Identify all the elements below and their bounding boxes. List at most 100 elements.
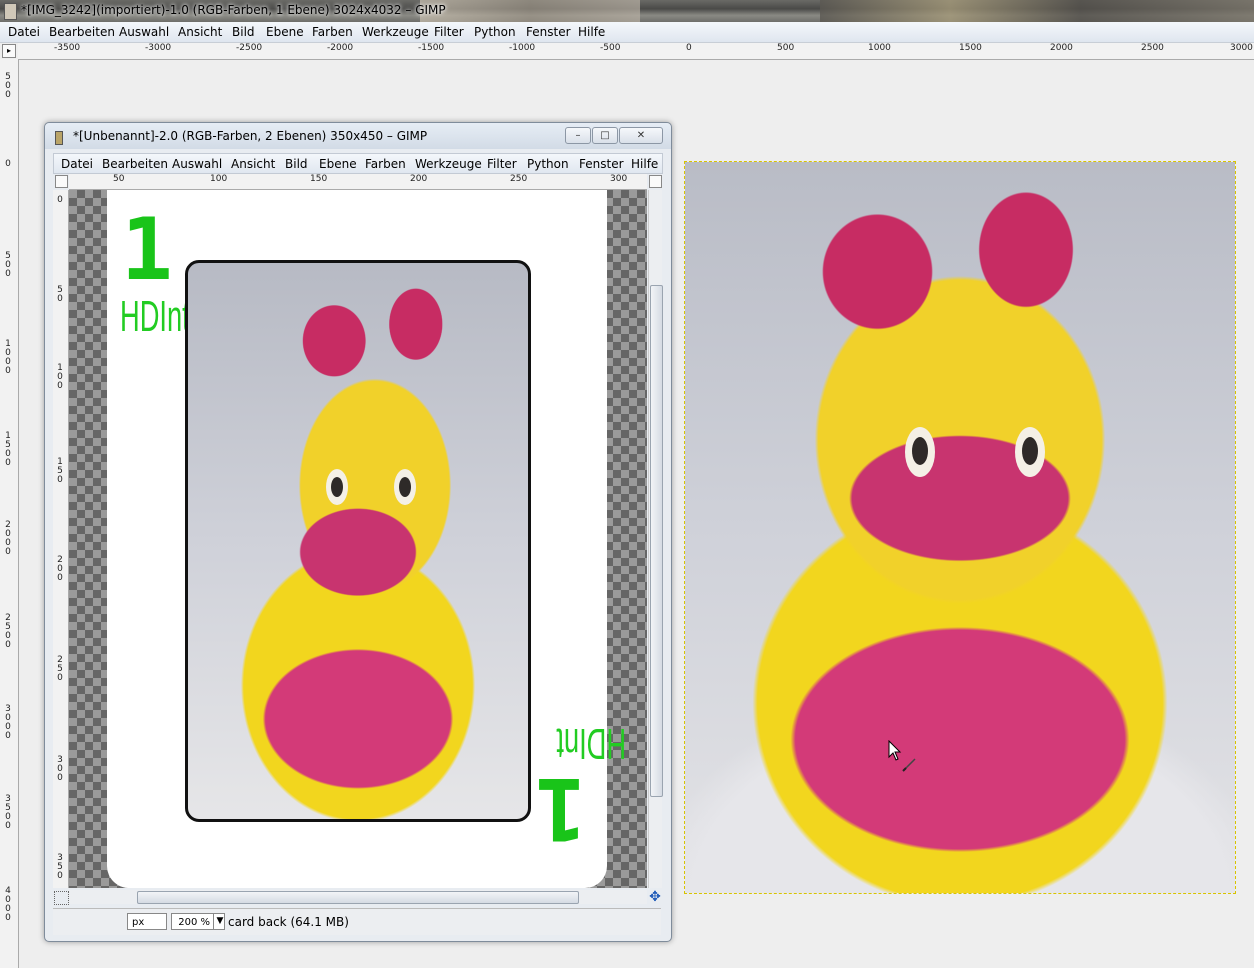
ruler-label: 4000	[5, 886, 11, 923]
ruler-corner-button[interactable]: ▸	[2, 44, 16, 58]
mouse-cursor-icon	[888, 740, 916, 772]
menu-fenster[interactable]: Fenster	[526, 25, 571, 39]
status-bar: px 200 % ▼ card back (64.1 MB)	[53, 908, 661, 935]
menu-farben[interactable]: Farben	[365, 157, 406, 171]
ruler-label: 500	[5, 251, 11, 279]
menu-farben[interactable]: Farben	[312, 25, 353, 39]
menu-hilfe[interactable]: Hilfe	[578, 25, 605, 39]
card-duck-photo	[185, 260, 531, 822]
menu-datei[interactable]: Datei	[8, 25, 40, 39]
ruler-label: 3000	[5, 704, 11, 741]
ruler-label: 0	[5, 159, 11, 169]
ruler-label: 500	[777, 43, 795, 53]
status-message: card back (64.1 MB)	[228, 915, 349, 929]
minimize-button[interactable]: –	[565, 127, 591, 144]
ruler-label: 1500	[959, 43, 982, 53]
menu-bild[interactable]: Bild	[232, 25, 255, 39]
ruler-label: -2500	[236, 43, 263, 53]
maximize-button[interactable]: □	[592, 127, 618, 144]
ruler-label: 1000	[868, 43, 891, 53]
ruler-label: -3500	[54, 43, 81, 53]
menu-auswahl[interactable]: Auswahl	[172, 157, 222, 171]
ruler-label: 100	[210, 174, 228, 184]
playing-card: 1 HDInt HDInt 1	[107, 190, 626, 888]
zoom-on-resize-icon[interactable]	[649, 175, 662, 188]
main-menu-bar: Datei Bearbeiten Auswahl Ansicht Bild Eb…	[0, 22, 1254, 43]
card-rank-top: 1	[121, 200, 173, 300]
main-window-title: *[IMG_3242](importiert)-1.0 (RGB-Farben,…	[21, 3, 446, 17]
menu-bearbeiten[interactable]: Bearbeiten	[49, 25, 115, 39]
ruler-label: 1000	[5, 339, 11, 376]
card-rank-bottom: 1	[535, 758, 587, 858]
menu-bearbeiten[interactable]: Bearbeiten	[102, 157, 168, 171]
duck-eye	[394, 469, 416, 505]
ruler-label: 0	[57, 195, 63, 205]
menu-werkzeuge[interactable]: Werkzeuge	[415, 157, 482, 171]
image-canvas[interactable]: 1 HDInt HDInt 1	[69, 190, 647, 888]
menu-ansicht[interactable]: Ansicht	[178, 25, 222, 39]
ruler-label: 0	[686, 43, 692, 53]
menu-ebene[interactable]: Ebene	[266, 25, 304, 39]
image-window-title: *[Unbenannt]-2.0 (RGB-Farben, 2 Ebenen) …	[73, 129, 428, 143]
card-label-top: HDInt	[120, 292, 190, 341]
ruler-label: 250	[57, 655, 63, 683]
menu-auswahl[interactable]: Auswahl	[119, 25, 169, 39]
image-window: *[Unbenannt]-2.0 (RGB-Farben, 2 Ebenen) …	[44, 122, 672, 942]
menu-ebene[interactable]: Ebene	[319, 157, 357, 171]
menu-python[interactable]: Python	[527, 157, 569, 171]
duck-eye	[326, 469, 348, 505]
menu-python[interactable]: Python	[474, 25, 516, 39]
unit-select[interactable]: px	[127, 913, 167, 930]
vertical-ruler[interactable]: 500 0 500 1000 1500 2000 2500 3000 3500 …	[0, 59, 19, 968]
image-window-title-bar[interactable]: *[Unbenannt]-2.0 (RGB-Farben, 2 Ebenen) …	[45, 123, 671, 149]
gimp-window-icon	[55, 131, 63, 145]
menu-werkzeuge[interactable]: Werkzeuge	[362, 25, 429, 39]
vertical-scrollbar[interactable]	[648, 190, 663, 888]
menu-bild[interactable]: Bild	[285, 157, 308, 171]
ruler-label: 2500	[1141, 43, 1164, 53]
gimp-window-icon	[4, 3, 17, 20]
ruler-label: 2000	[5, 520, 11, 557]
ruler-label: 150	[57, 457, 63, 485]
ruler-label: 300	[610, 174, 628, 184]
menu-fenster[interactable]: Fenster	[579, 157, 624, 171]
horizontal-ruler[interactable]: 50 100 150 200 250 300	[69, 174, 647, 190]
menu-filter[interactable]: Filter	[487, 157, 517, 171]
ruler-label: 150	[310, 174, 328, 184]
ruler-label: 300	[57, 755, 63, 783]
ruler-label: -500	[600, 43, 621, 53]
duck-eye	[1015, 427, 1045, 477]
horizontal-scrollbar[interactable]	[69, 890, 647, 904]
quick-mask-toggle-icon[interactable]	[54, 891, 69, 905]
navigate-icon[interactable]: ✥	[648, 890, 662, 904]
vertical-ruler[interactable]: 0 50 100 150 200 250 300 350	[53, 190, 69, 888]
ruler-label: 100	[57, 363, 63, 391]
horizontal-scroll-thumb[interactable]	[137, 891, 579, 904]
ruler-label: 3500	[5, 794, 11, 831]
horizontal-ruler[interactable]: -3500 -3000 -2500 -2000 -1500 -1000 -500…	[18, 43, 1254, 60]
ruler-label: -3000	[145, 43, 172, 53]
menu-filter[interactable]: Filter	[434, 25, 464, 39]
ruler-label: 2500	[5, 613, 11, 650]
ruler-label: 500	[5, 72, 11, 100]
ruler-label: 200	[57, 555, 63, 583]
menu-ansicht[interactable]: Ansicht	[231, 157, 275, 171]
ruler-label: 200	[410, 174, 428, 184]
vertical-scroll-thumb[interactable]	[650, 285, 663, 797]
duck-eye	[905, 427, 935, 477]
ruler-label: 50	[113, 174, 125, 184]
close-button[interactable]: ✕	[619, 127, 663, 144]
ruler-corner-button[interactable]	[55, 175, 68, 188]
ruler-label: -1000	[509, 43, 536, 53]
ruler-label: 50	[57, 285, 63, 304]
ruler-label: -1500	[418, 43, 445, 53]
image-menu-bar: Datei Bearbeiten Auswahl Ansicht Bild Eb…	[53, 153, 663, 174]
main-canvas-duck-photo[interactable]	[684, 161, 1236, 894]
main-title-bar[interactable]: *[IMG_3242](importiert)-1.0 (RGB-Farben,…	[0, 0, 1254, 22]
ruler-label: -2000	[327, 43, 354, 53]
ruler-label: 2000	[1050, 43, 1073, 53]
menu-datei[interactable]: Datei	[61, 157, 93, 171]
chevron-down-icon[interactable]: ▼	[213, 913, 226, 930]
ruler-label: 3000	[1230, 43, 1253, 53]
menu-hilfe[interactable]: Hilfe	[631, 157, 658, 171]
